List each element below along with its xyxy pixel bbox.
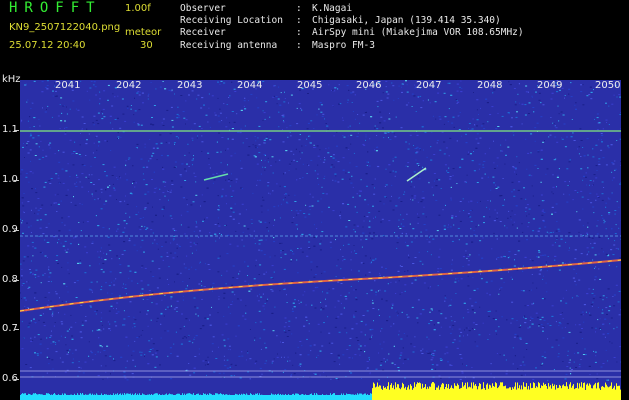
year-label: 2041	[55, 80, 81, 91]
info-row-location: Receiving Location: Chigasaki, Japan (139…	[180, 15, 524, 27]
info-separator: :	[296, 27, 302, 39]
year-label: 2042	[116, 80, 142, 91]
meteor-count: 30	[140, 40, 153, 51]
info-key: Receiving antenna	[180, 39, 278, 51]
frequency-unit-label: kHz	[2, 74, 21, 85]
freq-tick	[14, 329, 19, 330]
freq-tick	[14, 280, 19, 281]
year-label: 2046	[356, 80, 382, 91]
year-label: 2047	[416, 80, 442, 91]
year-label: 2044	[237, 80, 263, 91]
info-separator: :	[296, 15, 302, 27]
meteor-echo	[203, 173, 229, 181]
info-row-observer: Observer: K.Nagai	[180, 3, 524, 15]
info-separator: :	[296, 3, 302, 14]
year-label: 2043	[177, 80, 203, 91]
info-row-antenna: Receiving antenna: Maspro FM-3	[180, 40, 524, 52]
year-label: 2048	[477, 80, 503, 91]
spectrogram-canvas	[20, 80, 621, 400]
year-label: 2049	[537, 80, 563, 91]
info-key: Receiver	[180, 27, 226, 39]
year-label: 2045	[297, 80, 323, 91]
app-title: HROFFT	[9, 0, 102, 16]
datetime-label: 25.07.12 20:40	[9, 40, 86, 51]
filename-label: KN9_2507122040.png	[9, 22, 121, 33]
info-value: K.Nagai	[312, 3, 353, 14]
noise-floor-band	[20, 395, 372, 400]
freq-tick	[14, 180, 19, 181]
version-label: 1.00f	[125, 3, 151, 14]
year-label: 2050	[595, 80, 621, 91]
info-key: Receiving Location	[180, 15, 283, 27]
freq-tick	[14, 230, 19, 231]
info-value: Chigasaki, Japan (139.414 35.340)	[312, 15, 501, 27]
spectrogram	[20, 80, 621, 400]
meteor-echo	[406, 167, 427, 182]
meteor-label: meteor	[125, 27, 162, 38]
noise-texture	[20, 80, 621, 381]
freq-tick	[14, 130, 19, 131]
info-separator: :	[296, 39, 302, 51]
freq-tick	[14, 379, 19, 380]
info-key: Observer	[180, 3, 226, 14]
info-value: Maspro FM-3	[312, 39, 375, 51]
info-row-receiver: Receiver: AirSpy mini (Miakejima VOR 108.…	[180, 27, 524, 39]
info-value: AirSpy mini (Miakejima VOR 108.65MHz)	[312, 27, 524, 39]
station-info: Observer: K.Nagai Receiving Location: Chig…	[180, 3, 524, 52]
